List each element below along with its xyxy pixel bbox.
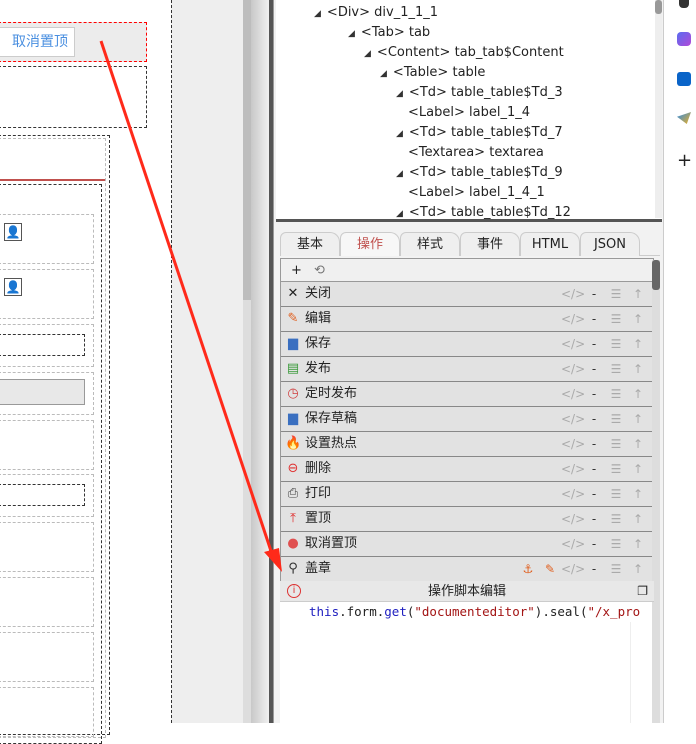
code-token: "documenteditor" bbox=[414, 604, 535, 619]
code-line[interactable]: this.form.get("documenteditor").seal("/x… bbox=[309, 604, 640, 619]
code-token: get bbox=[384, 604, 407, 619]
code-token: "/x_pro bbox=[587, 604, 641, 619]
code-token: .form. bbox=[339, 604, 385, 619]
code-minimap[interactable] bbox=[630, 622, 650, 723]
code-token: this bbox=[309, 604, 340, 619]
code-token: ).seal( bbox=[534, 604, 588, 619]
